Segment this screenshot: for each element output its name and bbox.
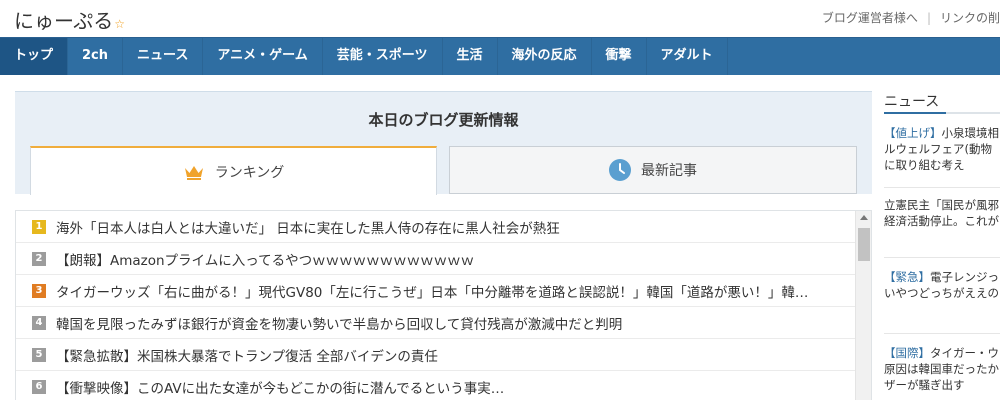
rank-badge: 1 (32, 219, 46, 234)
ranking-row[interactable]: 6 【衝撃映像】このAVに出た女達が今もどこかの街に潜んでるという事実… (16, 371, 855, 400)
tab-latest[interactable]: 最新記事 (449, 146, 857, 194)
sidebar-news-line: に取り組む考え (884, 158, 965, 172)
link-removal-link[interactable]: リンクの削 (940, 11, 1000, 25)
nav-adult[interactable]: アダルト (647, 38, 728, 75)
ranking-title[interactable]: 海外「日本人は白人とは大違いだ」 日本に実在した黒人侍の存在に黒人社会が熱狂 (56, 217, 855, 237)
sidebar-title: ニュース (884, 94, 940, 110)
nav-top[interactable]: トップ (0, 38, 69, 75)
top-bar: にゅーぷる☆ ブログ運営者様へ | リンクの削 (0, 0, 1000, 37)
rank-badge: 6 (32, 379, 46, 394)
sidebar-news-line: ルウェルフェア(動物 (884, 142, 992, 156)
news-tag: 【緊急】 (884, 270, 930, 284)
sidebar-news-item[interactable]: 【値上げ】小泉環境相 ルウェルフェア(動物 に取り組む考え (884, 125, 1000, 173)
star-icon: ☆ (114, 17, 125, 31)
ranking-title[interactable]: 韓国を見限ったみずほ銀行が資金を物凄い勢いで半島から回収して貸付残高が激減中だと… (56, 313, 855, 333)
sidebar-news-line: 立憲民主「国民が風邪 (884, 198, 999, 212)
logo-text: にゅーぷる (14, 9, 114, 33)
nav-news[interactable]: ニュース (123, 38, 204, 75)
news-tag: 【値上げ】 (884, 126, 942, 140)
ranking-title[interactable]: 【朗報】Amazonプライムに入ってるやつｗｗｗｗｗｗｗｗｗｗｗｗ (56, 249, 855, 269)
list-scrollbar[interactable] (855, 211, 871, 400)
ranking-list: 1 海外「日本人は白人とは大違いだ」 日本に実在した黒人侍の存在に黒人社会が熱狂… (15, 210, 872, 400)
clock-icon (609, 159, 631, 181)
nav-2ch[interactable]: 2ch (68, 38, 124, 75)
tab-ranking-label: ランキング (214, 164, 285, 181)
ranking-title[interactable]: 【緊急拡散】米国株大暴落でトランプ復活 全部バイデンの責任 (56, 345, 855, 365)
tab-latest-label: 最新記事 (641, 163, 697, 179)
sidebar-news-line: いやつどっちがええの (884, 286, 999, 300)
sidebar-news-line: 【値上げ】小泉環境相 (884, 125, 1000, 141)
ranking-row[interactable]: 4 韓国を見限ったみずほ銀行が資金を物凄い勢いで半島から回収して貸付残高が激減中… (16, 307, 855, 339)
scroll-up-arrow-icon[interactable] (860, 215, 868, 220)
updates-title: 本日のブログ更新情報 (368, 111, 519, 129)
news-text: 小泉環境相 (941, 126, 1000, 140)
news-sidebar: ニュース 【値上げ】小泉環境相 ルウェルフェア(動物 に取り組む考え 立憲民主「… (884, 91, 1000, 400)
nav-entertainment-sports[interactable]: 芸能・スポーツ (323, 38, 443, 75)
ranking-row[interactable]: 1 海外「日本人は白人とは大違いだ」 日本に実在した黒人侍の存在に黒人社会が熱狂 (16, 211, 855, 243)
ranking-title[interactable]: 【衝撃映像】このAVに出た女達が今もどこかの街に潜んでるという事実… (56, 377, 855, 397)
tab-ranking[interactable]: ランキング (30, 146, 437, 195)
ranking-row[interactable]: 5 【緊急拡散】米国株大暴落でトランプ復活 全部バイデンの責任 (16, 339, 855, 371)
updates-header: 本日のブログ更新情報 ランキング 最新記事 (15, 91, 872, 195)
crown-icon (183, 164, 205, 180)
sidebar-news-line: 【緊急】電子レンジっ (884, 269, 1000, 285)
sidebar-news-item[interactable]: 立憲民主「国民が風邪 経済活動停止。これが (884, 197, 1000, 229)
blog-updates-panel: 本日のブログ更新情報 ランキング 最新記事 1 海外「日本人は白人とは大違いだ」… (15, 91, 872, 400)
sidebar-title-underline (884, 112, 1000, 114)
news-tag: 【国際】 (884, 346, 930, 360)
site-logo[interactable]: にゅーぷる☆ (14, 5, 125, 34)
main-nav: トップ 2ch ニュース アニメ・ゲーム 芸能・スポーツ 生活 海外の反応 衝撃… (0, 37, 1000, 75)
header-links: ブログ運営者様へ | リンクの削 (822, 9, 1000, 26)
sidebar-divider (884, 257, 1000, 258)
nav-overseas-reaction[interactable]: 海外の反応 (498, 38, 592, 75)
rank-badge: 2 (32, 251, 46, 266)
nav-shock[interactable]: 衝撃 (592, 38, 647, 75)
nav-anime-game[interactable]: アニメ・ゲーム (203, 38, 323, 75)
link-divider: | (926, 11, 931, 25)
sidebar-divider (884, 187, 1000, 188)
ranking-row[interactable]: 2 【朗報】Amazonプライムに入ってるやつｗｗｗｗｗｗｗｗｗｗｗｗ (16, 243, 855, 275)
nav-life[interactable]: 生活 (443, 38, 498, 75)
sidebar-news-line: 原因は韓国車だったか (884, 362, 999, 376)
scroll-thumb[interactable] (858, 228, 870, 261)
sidebar-news-line: 【国際】タイガー・ウ (884, 345, 1000, 361)
ranking-title[interactable]: タイガーウッズ「右に曲がる！」現代GV80「左に行こうぜ」日本「中分離帯を道路と… (56, 281, 855, 301)
news-text: タイガー・ウ (930, 346, 999, 360)
sidebar-news-line: ザーが騒ぎ出す (884, 378, 965, 392)
news-text: 電子レンジっ (930, 270, 999, 284)
ranking-row[interactable]: 3 タイガーウッズ「右に曲がる！」現代GV80「左に行こうぜ」日本「中分離帯を道… (16, 275, 855, 307)
sidebar-news-line: 経済活動停止。これが (884, 214, 999, 228)
sidebar-news-item[interactable]: 【国際】タイガー・ウ 原因は韓国車だったか ザーが騒ぎ出す (884, 345, 1000, 393)
blog-owner-link[interactable]: ブログ運営者様へ (822, 11, 918, 25)
sidebar-divider (884, 333, 1000, 334)
rank-badge: 5 (32, 347, 46, 362)
sidebar-news-item[interactable]: 【緊急】電子レンジっ いやつどっちがええの (884, 269, 1000, 301)
rank-badge: 3 (32, 283, 46, 298)
rank-badge: 4 (32, 315, 46, 330)
